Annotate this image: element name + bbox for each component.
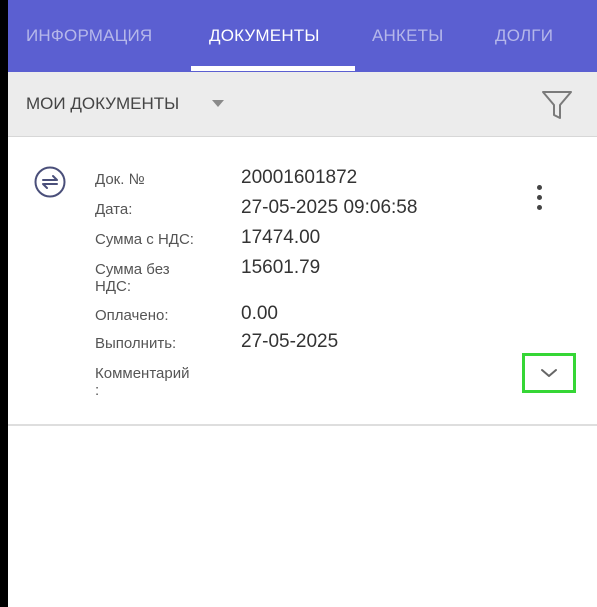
documents-filter-dropdown[interactable]: МОИ ДОКУМЕНТЫ — [26, 72, 179, 136]
sum-vat-value: 17474.00 — [241, 227, 321, 248]
expand-details-button[interactable] — [522, 353, 576, 393]
date-value: 27-05-2025 09:06:58 — [241, 197, 418, 218]
swap-arrows-icon — [34, 166, 66, 198]
documents-toolbar: МОИ ДОКУМЕНТЫ — [8, 72, 597, 137]
tab-documents[interactable]: ДОКУМЕНТЫ — [209, 0, 320, 72]
filter-icon[interactable] — [540, 88, 574, 122]
active-tab-indicator — [191, 66, 355, 71]
doc-number-label: Док. № — [95, 171, 145, 188]
comment-label-line1: Комментарий — [95, 365, 190, 382]
tab-bar: ИНФОРМАЦИЯ ДОКУМЕНТЫ АНКЕТЫ ДОЛГИ — [8, 0, 597, 72]
date-label: Дата: — [95, 201, 133, 218]
sum-no-vat-label-line1: Сумма без — [95, 261, 170, 278]
doc-number-value: 20001601872 — [241, 167, 358, 188]
execute-value: 27-05-2025 — [241, 331, 339, 352]
paid-label: Оплачено: — [95, 307, 169, 324]
sum-no-vat-value: 15601.79 — [241, 257, 321, 278]
document-card[interactable]: Док. № 20001601872 Дата: 27-05-2025 09:0… — [8, 137, 597, 426]
tab-debts[interactable]: ДОЛГИ — [495, 0, 553, 72]
more-vert-icon[interactable] — [528, 183, 550, 213]
execute-label: Выполнить: — [95, 335, 177, 352]
sum-no-vat-label-line2: НДС: — [95, 278, 131, 295]
tab-info[interactable]: ИНФОРМАЦИЯ — [26, 0, 152, 72]
chevron-down-icon — [541, 369, 557, 377]
paid-value: 0.00 — [241, 303, 278, 324]
window-edge — [0, 0, 8, 607]
sum-vat-label: Сумма с НДС: — [95, 231, 194, 248]
comment-label-line2: : — [95, 382, 100, 399]
tab-forms[interactable]: АНКЕТЫ — [372, 0, 444, 72]
caret-down-icon[interactable] — [212, 100, 224, 107]
